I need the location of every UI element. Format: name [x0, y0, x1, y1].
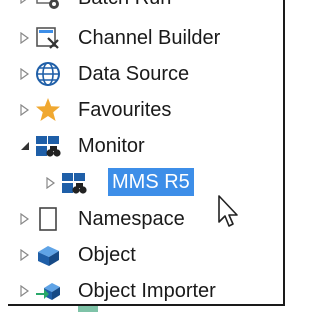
tree-item-label: Object: [78, 244, 136, 266]
tree-item-object-importer[interactable]: Object Importer: [8, 275, 283, 304]
tree-item-label: Favourites: [78, 99, 172, 121]
object-cube-icon: [38, 246, 59, 266]
partial-next-item-icon: [78, 306, 98, 312]
tree-item-label: Channel Builder: [78, 27, 221, 49]
tree-item-batch-run[interactable]: Batch Run: [8, 0, 283, 14]
tree-panel: Batch Run Channel Builder Data Source Fa…: [8, 0, 285, 306]
tree-item-label: Namespace: [78, 208, 185, 230]
tree-item-favourites[interactable]: Favourites: [8, 94, 283, 126]
mouse-cursor-icon: [218, 195, 238, 227]
tree-item-label: Data Source: [78, 63, 190, 85]
expander-collapsed-icon[interactable]: [20, 213, 30, 225]
expander-collapsed-icon[interactable]: [20, 68, 30, 80]
object-importer-icon: [36, 283, 60, 300]
star-icon: [36, 98, 60, 121]
tree-item-channel-builder[interactable]: Channel Builder: [8, 22, 283, 54]
namespace-icon: [39, 207, 57, 231]
tree-item-label: Monitor: [78, 135, 145, 157]
globe-icon: [36, 62, 60, 86]
expander-collapsed-icon[interactable]: [20, 104, 30, 116]
expander-collapsed-icon[interactable]: [20, 32, 30, 44]
tree-item-data-source[interactable]: Data Source: [8, 58, 283, 90]
expander-expanded-icon[interactable]: [20, 140, 30, 152]
tree-item-label: Object Importer: [78, 280, 216, 302]
tree-item-monitor[interactable]: Monitor: [8, 130, 283, 162]
expander-collapsed-icon[interactable]: [20, 285, 30, 297]
tree-item-label: Batch Run: [78, 0, 171, 11]
expander-collapsed-icon[interactable]: [46, 177, 56, 189]
channel-builder-icon: [36, 27, 59, 49]
monitor-binoculars-icon: [36, 136, 61, 157]
tree-item-object[interactable]: Object: [8, 239, 283, 271]
tree-item-label-selected: MMS R5: [108, 168, 194, 196]
gear-icon: [36, 0, 59, 9]
monitor-binoculars-icon: [62, 173, 87, 194]
expander-collapsed-icon[interactable]: [20, 249, 30, 261]
expander-collapsed-icon[interactable]: [20, 0, 30, 4]
